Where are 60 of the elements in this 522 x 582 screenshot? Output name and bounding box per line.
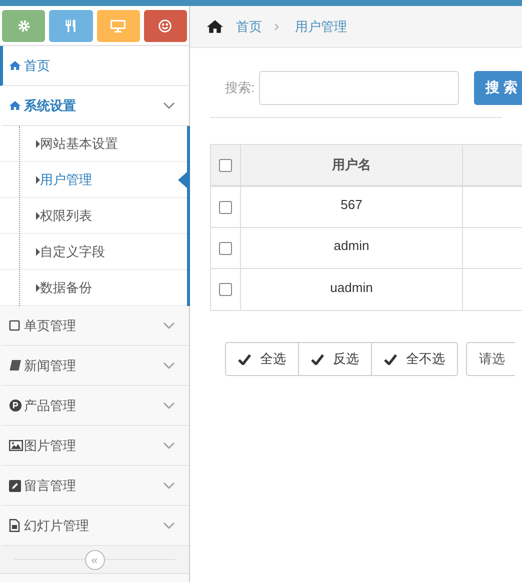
active-pointer-icon bbox=[178, 172, 187, 188]
chevron-down-icon bbox=[163, 322, 175, 330]
square-icon bbox=[9, 320, 20, 331]
select-button[interactable]: 全不选 bbox=[371, 342, 458, 376]
checkbox[interactable] bbox=[219, 200, 232, 214]
select-button[interactable]: 反选 bbox=[298, 342, 372, 376]
select-button[interactable]: 全选 bbox=[225, 342, 299, 376]
p-circle-icon bbox=[9, 399, 22, 412]
caret-right-icon bbox=[36, 284, 40, 292]
chevron-down-icon bbox=[163, 402, 175, 410]
menu-item[interactable]: 首页 bbox=[0, 46, 189, 86]
checkmark-icon bbox=[238, 354, 251, 364]
submenu-item[interactable]: 网站基本设置 bbox=[0, 126, 187, 162]
checkmark-icon bbox=[384, 354, 397, 364]
column-header: 用户名 bbox=[241, 145, 463, 185]
book-icon bbox=[9, 360, 21, 371]
home-icon bbox=[9, 60, 21, 71]
table-cell: 567 bbox=[241, 187, 463, 227]
caret-right-icon bbox=[36, 140, 40, 148]
submenu-item[interactable]: 自定义字段 bbox=[0, 234, 187, 270]
menu-item[interactable]: 新闻管理 bbox=[0, 346, 189, 386]
checkbox[interactable] bbox=[219, 158, 232, 172]
home-icon bbox=[206, 19, 224, 34]
smiley-icon bbox=[158, 19, 172, 33]
menu-item[interactable]: 图片管理 bbox=[0, 426, 189, 466]
fork-knife-icon bbox=[64, 19, 78, 33]
chevron-down-icon bbox=[163, 362, 175, 370]
menu-item[interactable]: 产品管理 bbox=[0, 386, 189, 426]
submenu-item[interactable]: 权限列表 bbox=[0, 198, 187, 234]
checkbox[interactable] bbox=[219, 283, 232, 296]
table-cell: admin bbox=[241, 228, 463, 268]
shortcut-button[interactable] bbox=[2, 10, 46, 42]
submenu-item[interactable]: 数据备份 bbox=[0, 270, 187, 306]
shortcut-button[interactable] bbox=[144, 10, 187, 42]
menu-item[interactable]: 系统设置 bbox=[0, 86, 189, 126]
file-icon bbox=[9, 519, 20, 532]
menu-item[interactable]: 单页管理 bbox=[0, 306, 189, 346]
search-label: 搜索: bbox=[225, 78, 255, 97]
home-icon bbox=[9, 100, 21, 111]
checkmark-icon bbox=[311, 354, 324, 364]
caret-right-icon bbox=[36, 176, 40, 184]
table-cell: uadmin bbox=[241, 269, 463, 310]
shortcut-button[interactable] bbox=[49, 10, 92, 42]
pencil-icon bbox=[9, 480, 21, 492]
chevron-down-icon bbox=[163, 442, 175, 450]
caret-right-icon bbox=[36, 248, 40, 256]
image-icon bbox=[9, 440, 23, 451]
chevron-down-icon bbox=[163, 102, 175, 110]
submenu-item[interactable]: 用户管理 bbox=[0, 162, 187, 198]
chevron-down-icon bbox=[163, 482, 175, 490]
gear-icon bbox=[16, 19, 31, 33]
search-field[interactable] bbox=[258, 70, 459, 104]
chevron-right-icon bbox=[274, 22, 279, 30]
checkbox[interactable] bbox=[219, 242, 232, 254]
chevron-down-icon bbox=[163, 522, 175, 530]
monitor-icon bbox=[110, 19, 126, 33]
select-field[interactable]: 请选 bbox=[466, 342, 515, 376]
menu-item[interactable]: 留言管理 bbox=[0, 466, 189, 506]
caret-right-icon bbox=[36, 212, 40, 220]
search-button[interactable]: 搜 索 bbox=[474, 70, 522, 104]
